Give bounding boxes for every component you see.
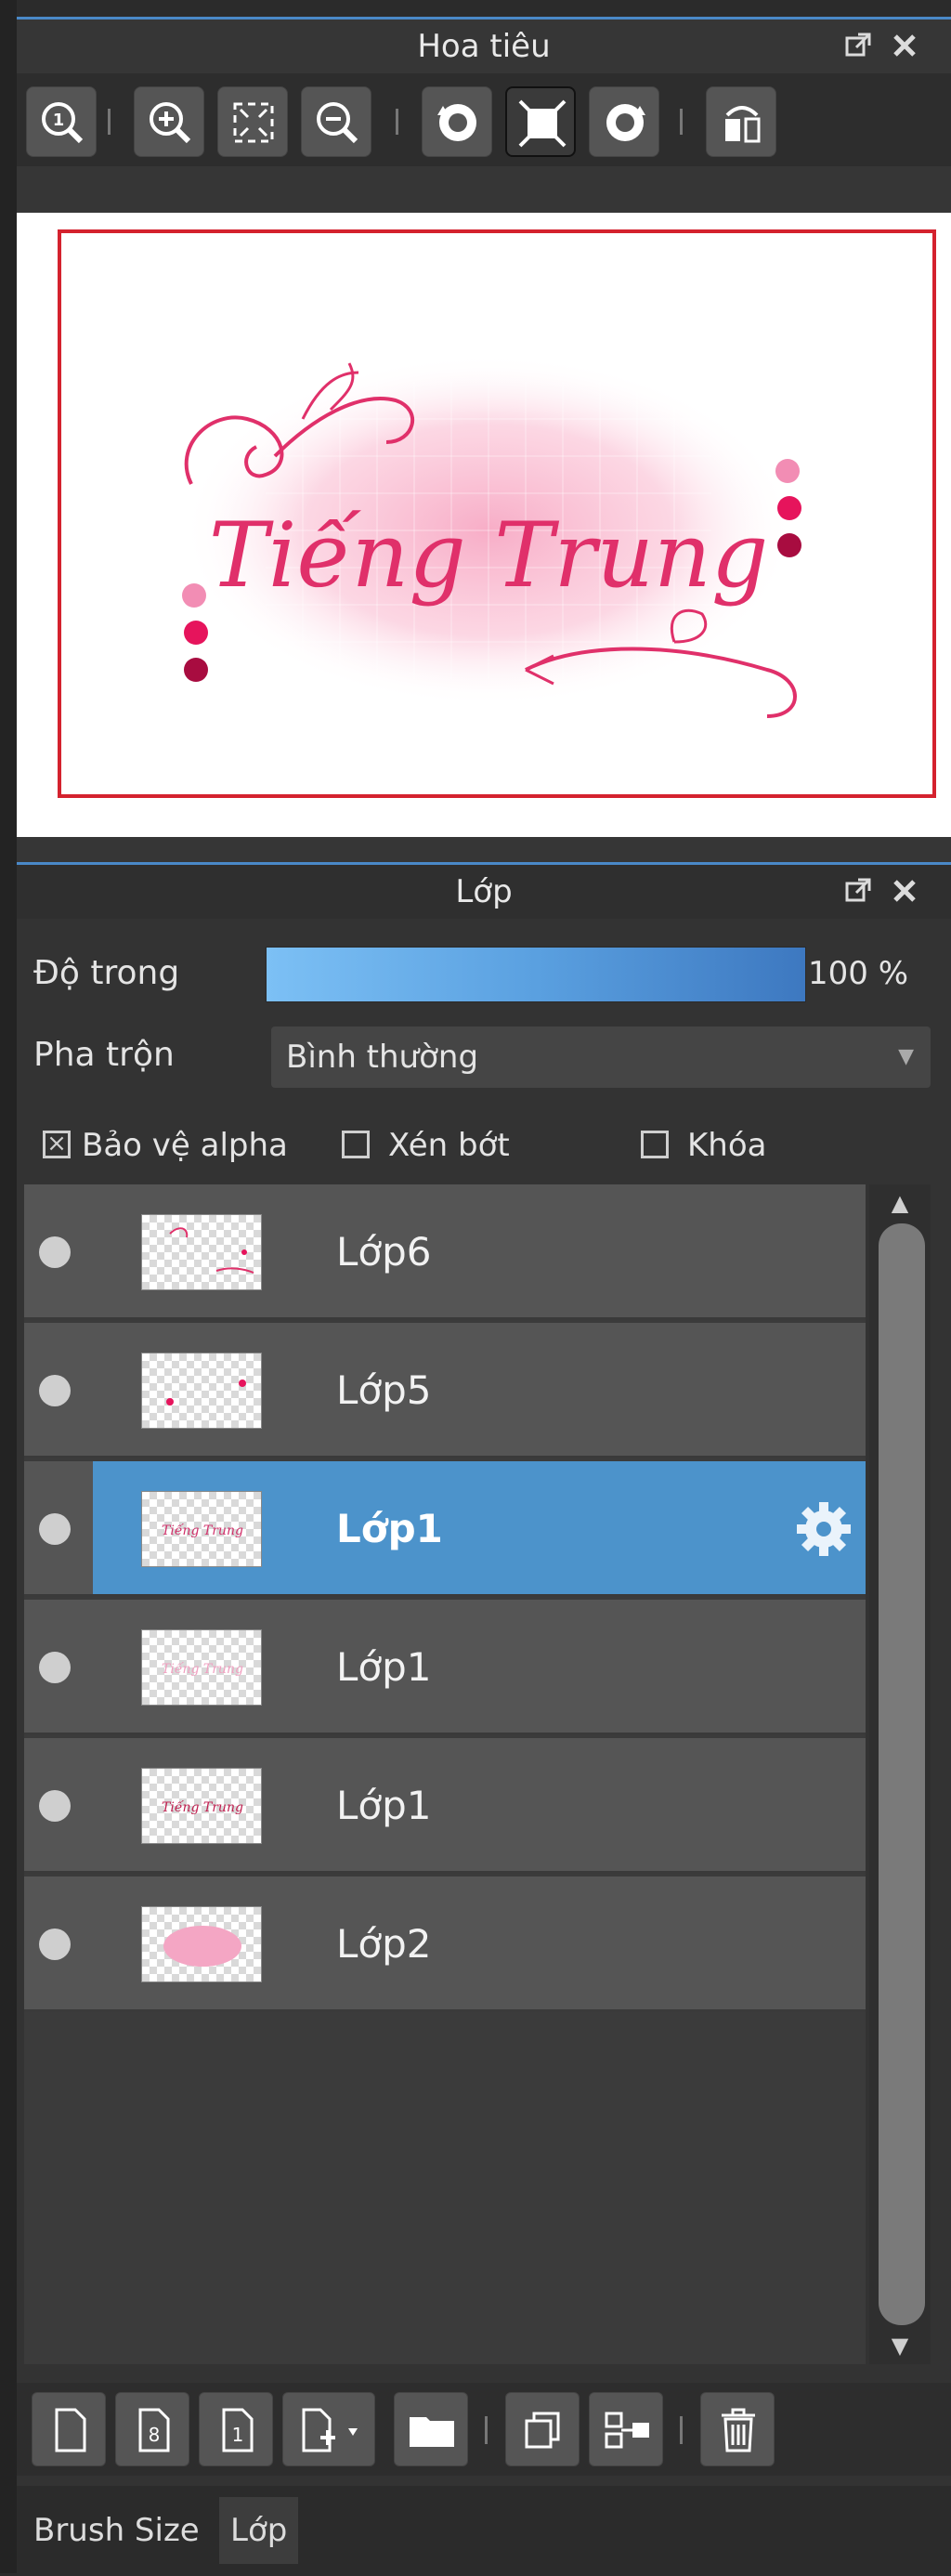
layer-thumbnail: [141, 1353, 262, 1429]
layer-thumbnail: Tiếng Trung: [141, 1629, 262, 1706]
new-folder-icon[interactable]: [394, 2392, 468, 2466]
merge-down-icon[interactable]: [589, 2392, 663, 2466]
navigator-title: Hoa tiêu: [417, 28, 551, 65]
checkbox-checked-icon: ×: [43, 1130, 71, 1158]
layer-row-selected[interactable]: Tiếng Trung Lớp1: [93, 1461, 866, 1597]
rotate-left-icon[interactable]: [422, 86, 492, 157]
protect-alpha-label: Bảo vệ alpha: [82, 1127, 288, 1164]
tab-layer[interactable]: Lớp: [219, 2497, 299, 2564]
new-1bit-layer-icon[interactable]: 1: [199, 2392, 273, 2466]
chevron-down-icon: ▼: [898, 1045, 914, 1068]
zoom-in-icon[interactable]: [134, 86, 204, 157]
svg-text:8: 8: [149, 2424, 161, 2446]
rotate-right-icon[interactable]: [589, 86, 659, 157]
svg-text:1: 1: [232, 2424, 244, 2446]
layer-name: Lớp5: [336, 1367, 432, 1413]
blend-mode-label: Pha trộn: [33, 1036, 175, 1074]
blend-mode-value: Bình thường: [286, 1039, 479, 1076]
layer-list: Lớp6 Lớp5 Tiếng Trung Lớp1 Tiếng Trung L…: [24, 1184, 866, 2364]
checkbox-empty-icon: [641, 1131, 669, 1158]
layer-panel: Lớp Độ trong 100 % Pha trộn Bình thường …: [17, 862, 951, 2576]
new-8bit-layer-icon[interactable]: 8: [115, 2392, 189, 2466]
navigator-panel: Hoa tiêu 1 Tiếng Trung: [17, 17, 951, 874]
selected-row-eye-cell[interactable]: [24, 1461, 93, 1597]
scroll-up-icon[interactable]: ▲: [869, 1184, 931, 1222]
layer-row[interactable]: Lớp2: [24, 1876, 866, 2012]
navigator-preview[interactable]: Tiếng Trung: [17, 213, 951, 837]
clipping-checkbox[interactable]: Xén bớt: [342, 1127, 546, 1164]
layer-row[interactable]: Lớp6: [24, 1184, 866, 1320]
layer-thumbnail: [141, 1214, 262, 1290]
viewport-frame: Tiếng Trung: [58, 229, 936, 798]
navigator-toolbar: 1: [17, 73, 951, 166]
visibility-icon[interactable]: [39, 1790, 71, 1822]
layer-row[interactable]: Lớp5: [24, 1323, 866, 1458]
toolbar-separator: [680, 109, 683, 135]
layer-row[interactable]: Tiếng Trung Lớp1: [24, 1600, 866, 1735]
opacity-value: 100 %: [808, 955, 909, 992]
zoom-actual-icon[interactable]: 1: [26, 86, 97, 157]
thumbnail-text: Tiếng Trung: [162, 1661, 243, 1677]
reset-view-icon[interactable]: [505, 86, 576, 157]
layer-row[interactable]: Tiếng Trung Lớp1: [24, 1738, 866, 1874]
layer-panel-title: Lớp: [17, 865, 951, 919]
scroll-down-icon[interactable]: ▼: [869, 2327, 931, 2364]
zoom-out-icon[interactable]: [301, 86, 371, 157]
close-icon[interactable]: [888, 29, 921, 62]
checkbox-empty-icon: [342, 1131, 370, 1158]
layer-name: Lớp2: [336, 1921, 432, 1967]
opacity-label: Độ trong: [33, 954, 180, 992]
flip-horizontal-icon[interactable]: [706, 86, 776, 157]
delete-layer-icon[interactable]: [700, 2392, 775, 2466]
fit-screen-icon[interactable]: [217, 86, 288, 157]
layer-thumbnail: Tiếng Trung: [141, 1768, 262, 1844]
protect-alpha-checkbox[interactable]: × Bảo vệ alpha: [43, 1127, 349, 1164]
visibility-icon[interactable]: [39, 1513, 71, 1545]
blend-mode-select[interactable]: Bình thường ▼: [271, 1026, 931, 1088]
popout-icon[interactable]: [841, 29, 875, 62]
visibility-icon[interactable]: [39, 1929, 71, 1960]
visibility-icon[interactable]: [39, 1375, 71, 1406]
layer-thumbnail: Tiếng Trung: [141, 1491, 262, 1567]
layer-toolbar: 8 1: [17, 2383, 951, 2476]
layer-name: Lớp1: [336, 1506, 443, 1551]
add-special-layer-icon[interactable]: [282, 2392, 375, 2466]
thumbnail-text: Tiếng Trung: [162, 1523, 243, 1538]
new-layer-icon[interactable]: [32, 2392, 106, 2466]
duplicate-layer-icon[interactable]: [505, 2392, 580, 2466]
scrollbar-thumb[interactable]: [879, 1223, 925, 2325]
layer-name: Lớp1: [336, 1783, 432, 1828]
layer-name: Lớp6: [336, 1229, 432, 1275]
toolbar-separator: [108, 109, 111, 135]
clipping-label: Xén bớt: [388, 1127, 510, 1164]
lock-checkbox[interactable]: Khóa: [641, 1127, 789, 1164]
toolbar-separator: [680, 2416, 683, 2444]
tab-brush-size[interactable]: Brush Size: [22, 2497, 211, 2564]
layer-name: Lớp1: [336, 1644, 432, 1690]
preview-artwork-text: Tiếng Trung: [209, 503, 769, 608]
visibility-icon[interactable]: [39, 1652, 71, 1683]
toolbar-separator: [485, 2416, 488, 2444]
visibility-icon[interactable]: [39, 1236, 71, 1268]
opacity-slider[interactable]: [266, 947, 806, 1002]
gear-icon[interactable]: [791, 1497, 856, 1562]
lock-label: Khóa: [687, 1127, 767, 1164]
popout-icon[interactable]: [841, 874, 875, 908]
layer-thumbnail: [141, 1906, 262, 1982]
svg-text:1: 1: [53, 111, 65, 130]
thumbnail-text: Tiếng Trung: [162, 1799, 243, 1815]
left-edge-strip: [0, 0, 17, 2573]
panel-tabs: Brush Size Lớp: [17, 2486, 951, 2576]
close-icon[interactable]: [888, 874, 921, 908]
layer-list-scrollbar[interactable]: ▲ ▼: [869, 1184, 931, 2364]
toolbar-separator: [396, 109, 398, 135]
